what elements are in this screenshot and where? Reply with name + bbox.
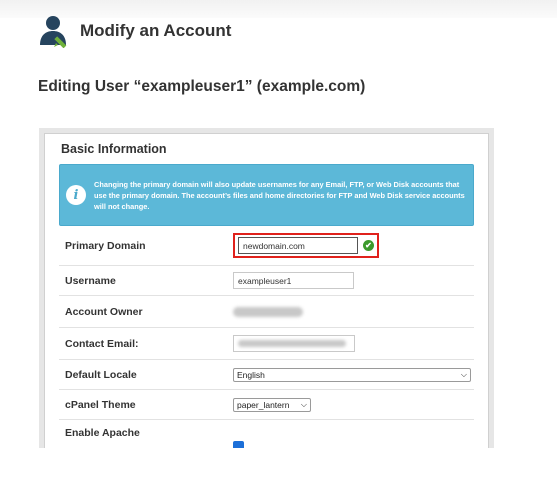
basic-information-frame: Basic Information i Changing the primary… [39, 128, 494, 448]
chevron-down-icon: ⌵ [460, 369, 467, 379]
info-alert-text: Changing the primary domain will also up… [94, 179, 465, 211]
default-locale-value: English [237, 369, 265, 380]
info-icon: i [66, 185, 86, 205]
account-owner-value-redacted [233, 306, 303, 317]
cpanel-theme-select[interactable]: paper_lantern ⌵ [233, 397, 311, 412]
info-alert: i Changing the primary domain will also … [59, 164, 474, 226]
page-title: Modify an Account [80, 21, 232, 40]
contact-email-value-redacted [238, 340, 346, 347]
primary-domain-input[interactable]: newdomain.com [238, 237, 358, 254]
cpanel-theme-label: cPanel Theme [65, 398, 136, 411]
primary-domain-row: Primary Domain newdomain.com ✔ [59, 226, 474, 266]
enable-apache-checkbox[interactable] [233, 441, 244, 448]
page-header: Modify an Account [38, 14, 232, 49]
username-row: Username exampleuser1 [59, 266, 474, 296]
primary-domain-highlight: newdomain.com ✔ [233, 233, 379, 258]
default-locale-label: Default Locale [65, 368, 137, 381]
account-owner-row: Account Owner [59, 296, 474, 328]
contact-email-input[interactable] [233, 335, 355, 352]
contact-email-row: Contact Email: [59, 328, 474, 360]
username-input[interactable]: exampleuser1 [233, 272, 354, 289]
username-label: Username [65, 274, 116, 287]
default-locale-select[interactable]: English ⌵ [233, 367, 471, 382]
contact-email-label: Contact Email: [65, 337, 139, 350]
enable-apache-label: Enable Apache [65, 427, 140, 439]
default-locale-row: Default Locale English ⌵ [59, 360, 474, 390]
primary-domain-label: Primary Domain [65, 239, 146, 252]
enable-apache-row: Enable Apache [59, 420, 474, 448]
editing-user-heading: Editing User “exampleuser1” (example.com… [38, 78, 366, 95]
user-edit-icon [38, 14, 72, 49]
chevron-down-icon: ⌵ [300, 399, 307, 409]
checkmark-valid-icon: ✔ [363, 240, 374, 251]
panel-title: Basic Information [61, 142, 167, 156]
account-owner-label: Account Owner [65, 305, 143, 318]
basic-information-panel: Basic Information i Changing the primary… [44, 133, 489, 448]
cpanel-theme-value: paper_lantern [237, 399, 290, 410]
cpanel-theme-row: cPanel Theme paper_lantern ⌵ [59, 390, 474, 420]
